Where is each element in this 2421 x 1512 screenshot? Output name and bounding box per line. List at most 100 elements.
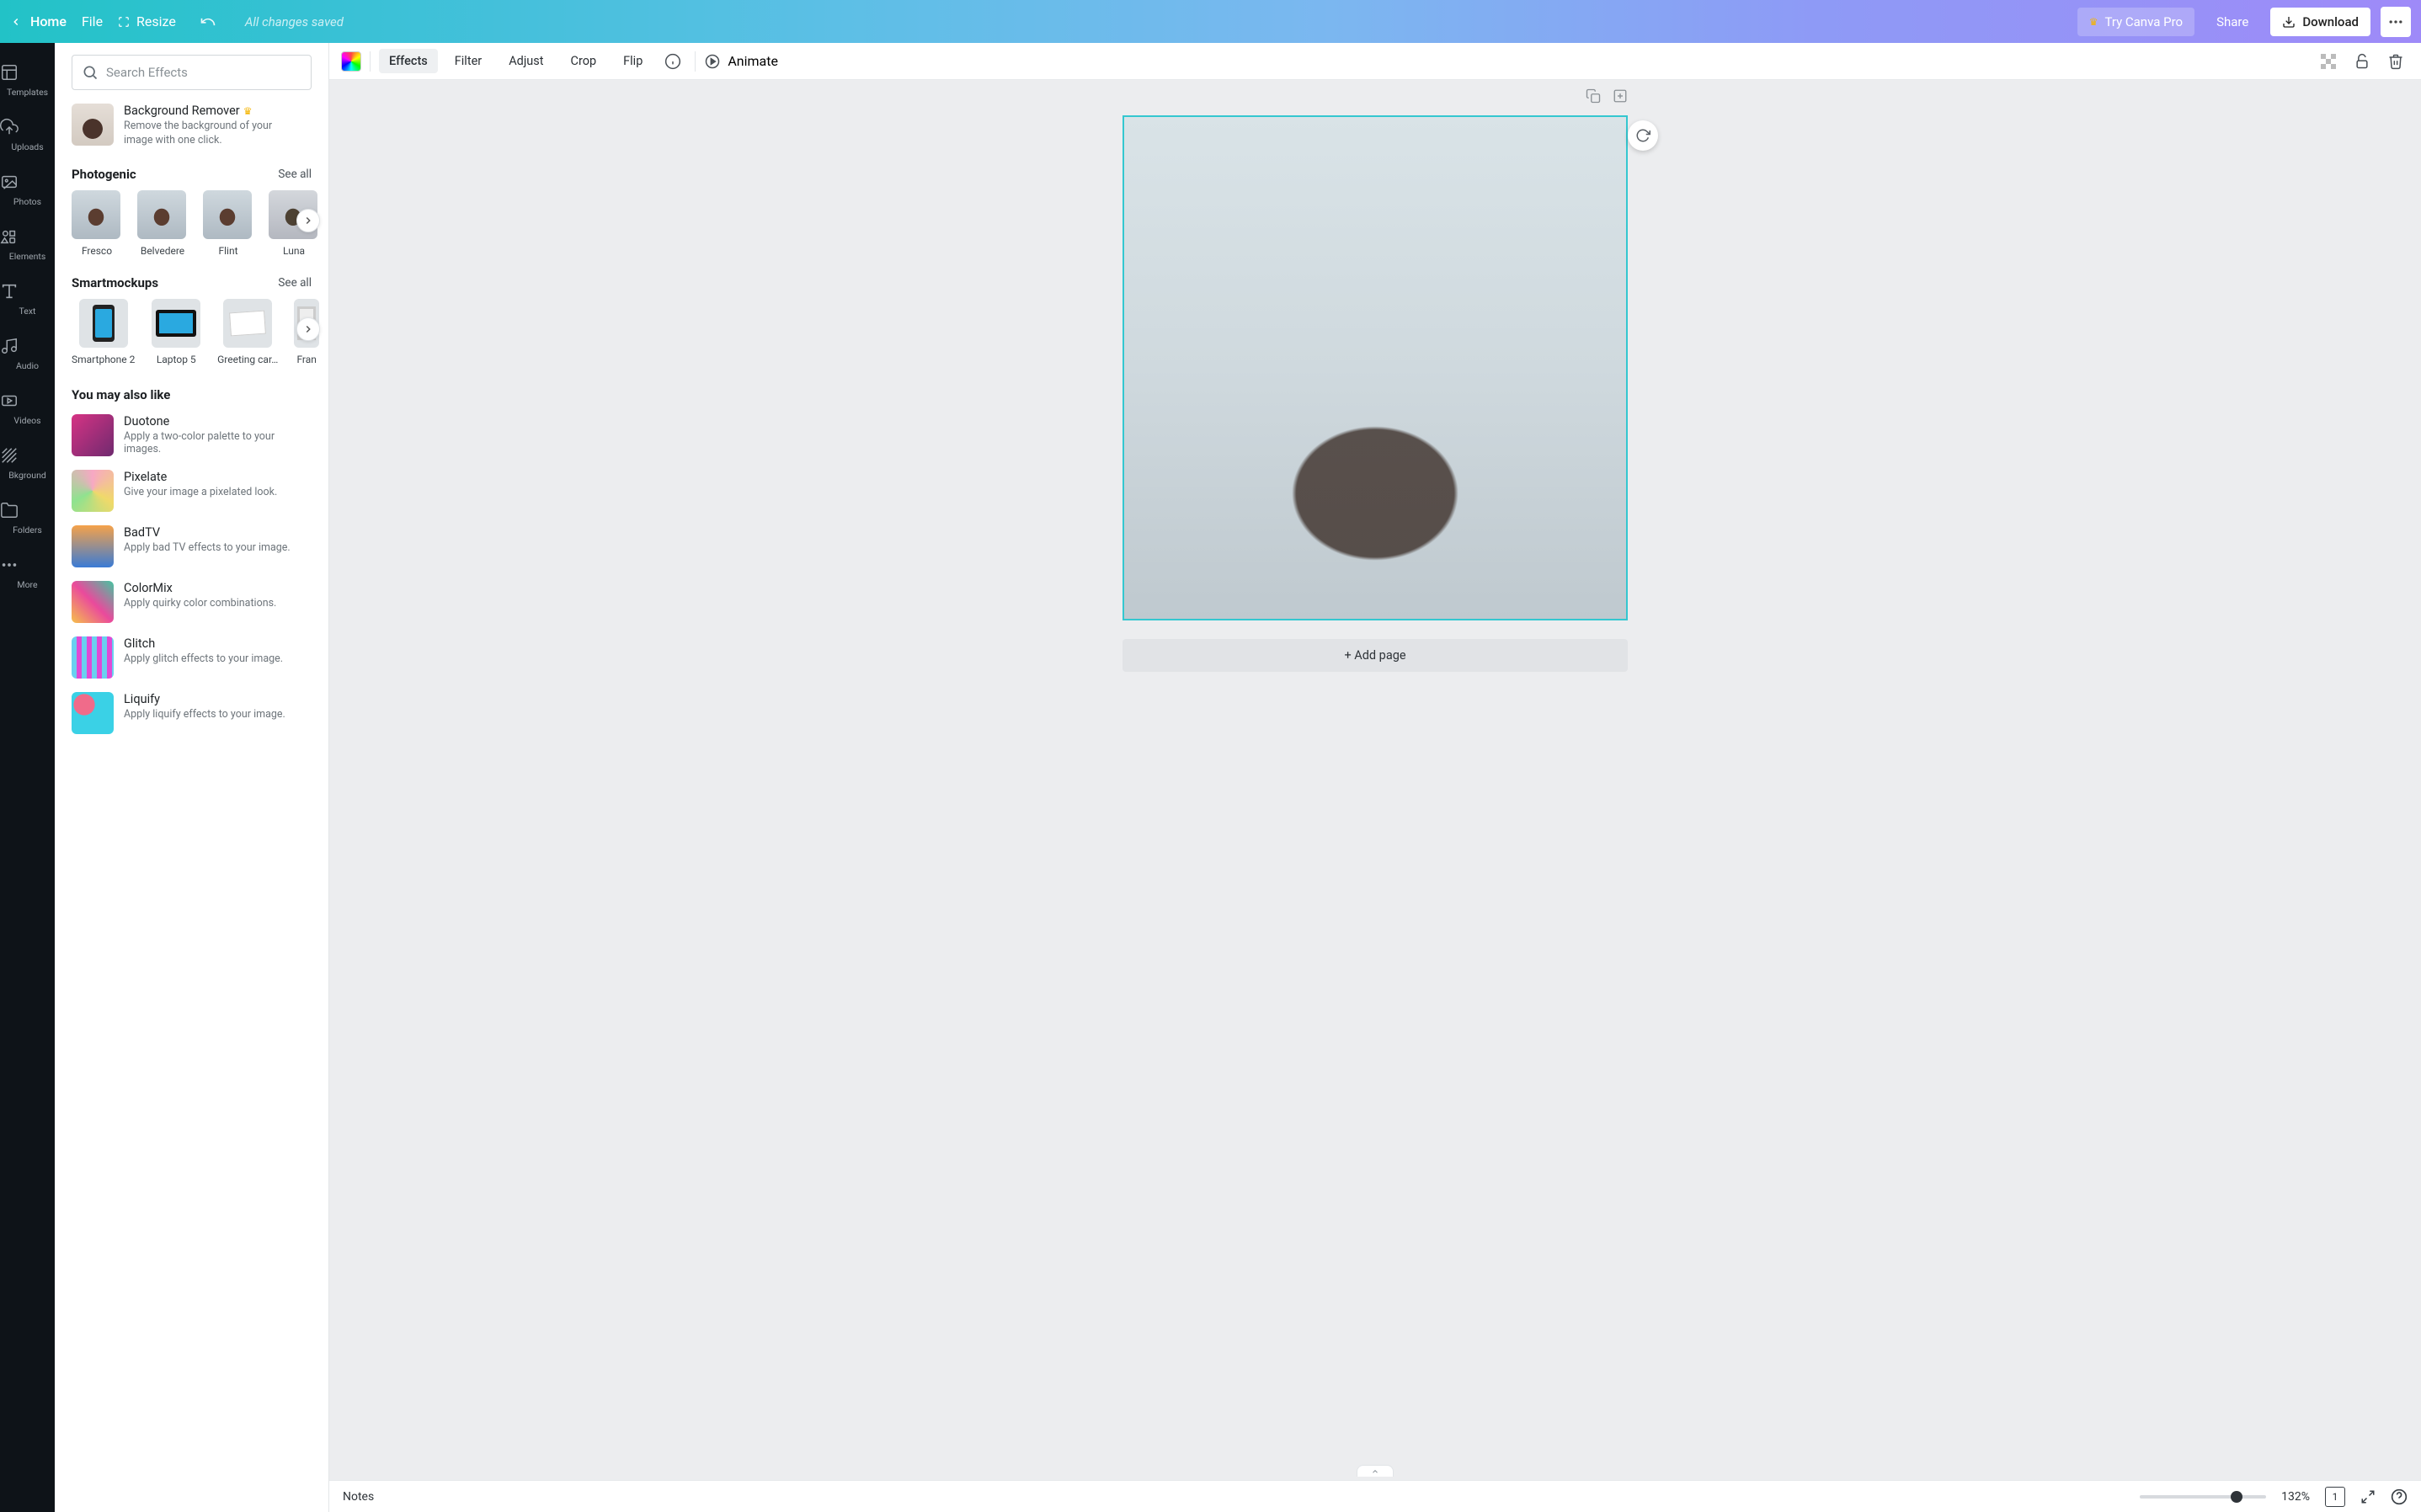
canvas-page[interactable]: [1123, 115, 1628, 620]
ymal-title: Liquify: [124, 692, 285, 706]
resize-label: Resize: [136, 13, 176, 29]
trash-icon: [2387, 53, 2404, 70]
page-tray-toggle[interactable]: [1357, 1465, 1394, 1477]
rail-videos-label: Videos: [0, 415, 55, 426]
rail-uploads[interactable]: Uploads: [0, 109, 55, 164]
home-button[interactable]: Home: [10, 13, 67, 29]
lock-button[interactable]: [2349, 48, 2376, 75]
file-menu[interactable]: File: [82, 13, 103, 29]
rail-more[interactable]: More: [0, 547, 55, 602]
rail-templates-label: Templates: [0, 87, 55, 98]
ymal-liquify[interactable]: LiquifyApply liquify effects to your ima…: [72, 692, 312, 734]
resize-menu[interactable]: Resize: [118, 13, 176, 29]
try-canva-pro-button[interactable]: ♛ Try Canva Pro: [2077, 8, 2194, 36]
save-status: All changes saved: [245, 14, 344, 29]
download-label: Download: [2302, 14, 2359, 29]
photogenic-heading: Photogenic: [72, 167, 136, 182]
rail-background[interactable]: Bkground: [0, 438, 55, 492]
page-indicator[interactable]: 1: [2325, 1487, 2345, 1507]
smartmockups-heading: Smartmockups: [72, 275, 158, 290]
effects-panel: Background Remover♛ Remove the backgroun…: [55, 43, 329, 1512]
effect-fresco[interactable]: Fresco: [72, 190, 122, 257]
ymal-glitch[interactable]: GlitchApply glitch effects to your image…: [72, 636, 312, 679]
animate-button[interactable]: Animate: [704, 53, 778, 70]
search-icon: [82, 64, 99, 81]
ymal-title: BadTV: [124, 525, 291, 540]
ymal-text: PixelateGive your image a pixelated look…: [124, 470, 277, 512]
notes-button[interactable]: Notes: [343, 1490, 374, 1504]
ymal-pixelate[interactable]: PixelateGive your image a pixelated look…: [72, 470, 312, 512]
effect-flint[interactable]: Flint: [203, 190, 253, 257]
background-remover[interactable]: Background Remover♛ Remove the backgroun…: [72, 104, 312, 148]
zoom-slider[interactable]: [2140, 1495, 2266, 1499]
undo-icon[interactable]: [200, 13, 216, 30]
ymal-duotone[interactable]: DuotoneApply a two-color palette to your…: [72, 414, 312, 456]
home-label: Home: [30, 13, 67, 29]
rail-uploads-label: Uploads: [0, 141, 55, 152]
tab-adjust[interactable]: Adjust: [499, 49, 553, 73]
tab-filter[interactable]: Filter: [445, 49, 492, 73]
videos-icon: [0, 391, 55, 410]
crown-icon: ♛: [2089, 16, 2098, 28]
add-page-button[interactable]: + Add page: [1123, 639, 1628, 672]
mockup-smartphone[interactable]: Smartphone 2: [72, 299, 135, 365]
main-area: Templates Uploads Photos Elements Text: [0, 43, 2421, 1512]
canvas-stage[interactable]: + Add page: [329, 80, 2421, 1480]
ymal-text: GlitchApply glitch effects to your image…: [124, 636, 283, 679]
rail-elements[interactable]: Elements: [0, 219, 55, 274]
rail-templates[interactable]: Templates: [0, 55, 55, 109]
add-page-above-button[interactable]: [1613, 88, 1628, 104]
reset-transform-button[interactable]: [1628, 120, 1658, 151]
ymal-badtv[interactable]: BadTVApply bad TV effects to your image.: [72, 525, 312, 567]
photogenic-next[interactable]: [296, 209, 320, 232]
smartmockups-next[interactable]: [296, 317, 320, 341]
mockup-greeting-card[interactable]: Greeting car…: [217, 299, 278, 365]
ymal-thumb: [72, 636, 114, 679]
rail-videos[interactable]: Videos: [0, 383, 55, 438]
effect-belvedere[interactable]: Belvedere: [137, 190, 188, 257]
smartmockups-seeall[interactable]: See all: [278, 276, 312, 290]
ymal-list: DuotoneApply a two-color palette to your…: [72, 414, 320, 748]
rail-folders-label: Folders: [0, 524, 55, 535]
zoom-value[interactable]: 132%: [2281, 1490, 2310, 1504]
tab-flip[interactable]: Flip: [613, 49, 653, 73]
mockup-laptop[interactable]: Laptop 5: [150, 299, 202, 365]
smartmockups-row: Smartphone 2 Laptop 5 Greeting car… Fran: [72, 299, 320, 365]
uploads-icon: [0, 118, 55, 136]
ymal-desc: Apply glitch effects to your image.: [124, 652, 283, 665]
delete-button[interactable]: [2382, 48, 2409, 75]
canvas-area: Effects Filter Adjust Crop Flip Animate: [329, 43, 2421, 1512]
ymal-desc: Apply quirky color combinations.: [124, 597, 276, 610]
photogenic-seeall[interactable]: See all: [278, 168, 312, 181]
background-icon: [0, 446, 55, 465]
page-wrap: [1123, 115, 1628, 620]
ymal-thumb: [72, 525, 114, 567]
rail-photos[interactable]: Photos: [0, 164, 55, 219]
ymal-colormix[interactable]: ColorMixApply quirky color combinations.: [72, 581, 312, 623]
search-input[interactable]: [72, 55, 312, 90]
more-icon: [0, 556, 55, 574]
rail-audio[interactable]: Audio: [0, 328, 55, 383]
rail-elements-label: Elements: [0, 251, 55, 262]
more-menu-button[interactable]: [2381, 7, 2411, 37]
share-button[interactable]: Share: [2205, 8, 2260, 36]
rail-folders[interactable]: Folders: [0, 492, 55, 547]
zoom-slider-knob[interactable]: [2231, 1491, 2242, 1503]
chevron-right-icon: [302, 215, 314, 226]
rail-text-label: Text: [0, 306, 55, 317]
fullscreen-button[interactable]: [2360, 1489, 2376, 1504]
color-swatch[interactable]: [341, 51, 361, 72]
download-button[interactable]: Download: [2270, 8, 2370, 36]
ymal-thumb: [72, 470, 114, 512]
transparency-button[interactable]: [2315, 48, 2342, 75]
info-button[interactable]: [659, 48, 686, 75]
ymal-heading: You may also like: [72, 387, 320, 402]
ymal-desc: Apply bad TV effects to your image.: [124, 541, 291, 554]
duplicate-page-button[interactable]: [1586, 88, 1601, 104]
rail-text[interactable]: Text: [0, 274, 55, 328]
tab-effects[interactable]: Effects: [379, 49, 438, 73]
smartmockups-head: Smartmockups See all: [72, 275, 312, 290]
chevron-up-icon: [1369, 1467, 1381, 1476]
tab-crop[interactable]: Crop: [561, 49, 607, 73]
help-button[interactable]: [2391, 1488, 2408, 1505]
